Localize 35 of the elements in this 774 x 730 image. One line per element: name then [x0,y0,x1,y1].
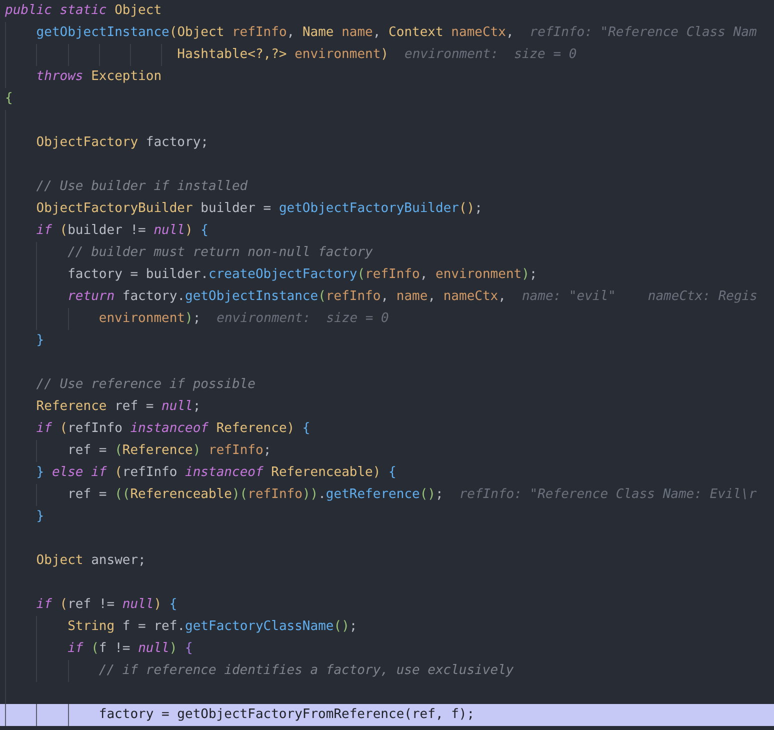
code-line: if (f != null) { [68,640,193,658]
indent-guide [36,704,38,726]
code-line: public static Object [5,2,162,20]
code-line: ObjectFactoryBuilder builder = getObjectFactoryBuilder(); [36,200,482,218]
inlay-hint: refInfo: "Reference Class Nam [530,24,757,42]
code-comment: // Use reference if possible [36,376,256,394]
inlay-hint: name: "evil" [522,288,616,306]
code-line: if (ref != null) { [36,596,178,614]
code-line: Object answer; [36,552,146,570]
code-line: return factory.getObjectInstance(refInfo, name, nameCtx, [68,288,506,306]
code-line: ref = (Reference) refInfo; [68,442,272,460]
code-line: ref = ((Referenceable)(refInfo)).getReference(); [68,486,444,504]
code-line: Hashtable<?,?> environment) [177,46,388,64]
code-line: Reference ref = null; [36,398,201,416]
inlay-hint: environment: size = 0 [216,310,389,328]
code-line: String f = ref.getFactoryClassName(); [68,618,358,636]
code-line: } else if (refInfo instanceof Referenceable) { [36,464,396,482]
code-line: factory = builder.createObjectFactory(refInfo, environment); [68,266,538,284]
code-line: factory = getObjectFactoryFromReference(ref, f); [98,706,475,724]
code-line: environment); [98,310,201,328]
code-line: if (refInfo instanceof Reference) { [36,420,310,438]
code-line: } [36,332,44,350]
code-comment: // Use builder if installed [36,178,248,196]
code-comment: // builder must return non-null factory [68,244,373,262]
inlay-hint: nameCtx: Regis [648,288,758,306]
code-line: ObjectFactory factory; [36,134,208,152]
inlay-hint: refInfo: "Reference Class Name: Evil\r [459,486,757,504]
code-comment: // if reference identifies a factory, use exclusively [98,662,514,680]
code-line: throws Exception [36,68,162,86]
indent-guide [68,704,69,726]
code-line: getObjectInstance(Object refInfo, Name name, Context nameCtx, [36,24,514,42]
inlay-hint: environment: size = 0 [404,46,577,64]
code-line: if (builder != null) { [36,222,208,240]
code-line: } [36,508,44,526]
code-line: { [5,90,13,108]
